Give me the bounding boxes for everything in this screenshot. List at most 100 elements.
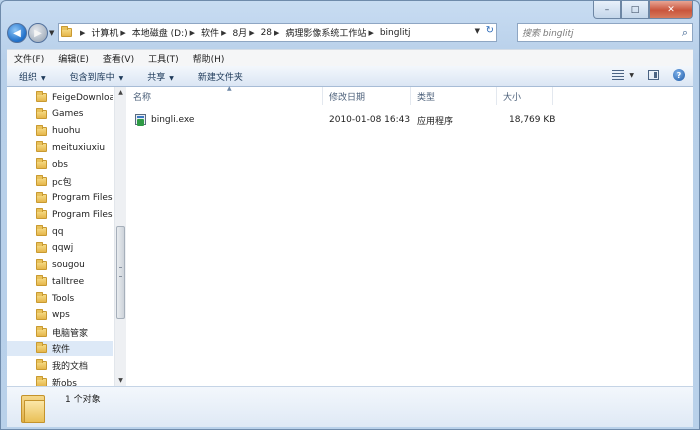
chevron-right-icon[interactable]: ▶ [274, 29, 279, 37]
breadcrumb-label: 28 [260, 27, 273, 38]
sidebar-item[interactable]: qqwj [7, 241, 113, 256]
back-button[interactable]: ◀ [7, 23, 27, 43]
folder-icon [36, 141, 47, 153]
menu-file[interactable]: 文件(F) [7, 52, 51, 65]
chevron-right-icon[interactable]: ▶ [368, 29, 373, 37]
navigation-pane: FeigeDownloa Games huohu meituxiuxiu obs pc包 P… [7, 87, 126, 389]
sidebar-item[interactable]: obs [7, 157, 113, 172]
file-modified: 2010-01-08 16:43 [329, 115, 411, 125]
organize-button[interactable]: 组织 ▼ [7, 70, 58, 83]
chevron-right-icon[interactable]: ▶ [120, 29, 125, 37]
breadcrumb-item[interactable]: ▶ 28 [247, 28, 272, 38]
breadcrumb-item[interactable]: ▶ 计算机 [78, 26, 118, 40]
breadcrumb-item[interactable]: ▶ 软件 [188, 26, 220, 40]
sidebar-item[interactable]: 软件 [7, 341, 113, 357]
maximize-button[interactable]: □ [621, 1, 649, 19]
chevron-right-icon[interactable]: ▶ [80, 29, 85, 37]
breadcrumb-label: 本地磁盘 (D:) [131, 29, 188, 39]
menu-tools[interactable]: 工具(T) [141, 52, 186, 65]
sidebar-item-label: qq [52, 226, 64, 237]
sidebar-item-label: Program Files [52, 193, 113, 203]
exe-icon [135, 113, 147, 127]
menu-edit[interactable]: 编辑(E) [51, 52, 96, 65]
sidebar-item[interactable]: FeigeDownloa [7, 90, 113, 105]
chevron-right-icon[interactable]: ▶ [221, 29, 226, 37]
folder-icon [36, 158, 47, 169]
forward-arrow-icon: ▶ [34, 27, 42, 39]
sidebar-item[interactable]: sougou [7, 258, 113, 273]
sidebar-item-label: wps [52, 310, 70, 321]
refresh-icon[interactable]: ↻ [486, 25, 494, 36]
sidebar-item-label: FeigeDownloa [52, 92, 113, 103]
item-count: 1 个对象 [65, 395, 101, 405]
scrollbar-thumb[interactable] [116, 226, 125, 319]
change-view-button[interactable]: ▼ [612, 70, 634, 80]
column-modified[interactable]: 修改日期 [323, 87, 411, 105]
file-row[interactable]: bingli.exe 2010-01-08 16:43 应用程序 18,769 … [135, 111, 555, 129]
column-modified-label: 修改日期 [329, 92, 366, 103]
search-icon[interactable]: ⌕ [682, 26, 688, 40]
sidebar-item[interactable]: huohu [7, 124, 113, 139]
sidebar-item[interactable]: qq [7, 224, 113, 239]
sidebar-item[interactable]: 我的文档 [7, 358, 113, 373]
sidebar-item[interactable]: Program Files [7, 207, 113, 222]
sidebar-item[interactable]: Games [7, 107, 113, 122]
organize-label: 组织 [19, 72, 38, 83]
sidebar-item[interactable]: wps [7, 308, 113, 323]
folder-icon [36, 359, 47, 370]
sidebar-item[interactable]: talltree [7, 274, 113, 289]
navigation-row: ◀ ▶ ▼ ▶ 计算机 ▶ 本地磁盘 (D:) ▶ 软件 ▶ 8月 ▶ 28 ▶ 病理影像系统工作站 ▶… [1, 21, 699, 47]
menu-bar: 文件(F) 编辑(E) 查看(V) 工具(T) 帮助(H) [7, 49, 693, 67]
new-folder-button[interactable]: 新建文件夹 [186, 70, 255, 83]
nav-scrollbar[interactable]: ▲ ▼ [114, 87, 126, 386]
breadcrumb-item[interactable]: ▶ binglitj [366, 28, 410, 38]
column-size[interactable]: 大小 [497, 87, 553, 105]
sidebar-item[interactable]: pc包 [7, 174, 113, 189]
share-button[interactable]: 共享 ▼ [135, 70, 186, 83]
folder-icon [61, 26, 72, 37]
breadcrumb-label: 软件 [201, 29, 220, 39]
chevron-right-icon[interactable]: ▶ [249, 29, 254, 37]
chevron-right-icon[interactable]: ▶ [190, 29, 195, 37]
recent-pages-dropdown-icon[interactable]: ▼ [49, 29, 54, 37]
back-arrow-icon: ◀ [13, 27, 21, 39]
search-input[interactable]: 搜索 binglitj ⌕ [517, 23, 693, 42]
sidebar-item[interactable]: Program Files [7, 191, 113, 206]
column-name[interactable]: 名称 ▲ [127, 85, 323, 105]
sidebar-item-label: obs [52, 159, 68, 170]
file-size: 18,769 KB [509, 115, 556, 125]
menu-help[interactable]: 帮助(H) [186, 52, 232, 65]
folder-icon [36, 325, 47, 337]
breadcrumb-label: binglitj [379, 27, 411, 38]
new-folder-label: 新建文件夹 [197, 72, 243, 83]
chevron-down-icon: ▼ [169, 74, 174, 82]
breadcrumb-item[interactable]: ▶ 本地磁盘 (D:) [118, 26, 188, 40]
include-library-button[interactable]: 包含到库中 ▼ [58, 70, 136, 83]
sidebar-item-label: pc包 [52, 177, 72, 188]
breadcrumb-item[interactable]: ▶ 8月 [219, 26, 247, 40]
address-dropdown-icon[interactable]: ▼ [475, 27, 480, 35]
folder-icon [36, 225, 47, 236]
file-type: 应用程序 [417, 116, 454, 127]
window-controls: – □ ✕ [593, 1, 693, 19]
command-bar: 组织 ▼ 包含到库中 ▼ 共享 ▼ 新建文件夹 ▼ ? [7, 66, 693, 87]
preview-pane-icon[interactable] [648, 70, 659, 80]
minimize-button[interactable]: – [593, 1, 621, 19]
scroll-down-icon[interactable]: ▼ [115, 375, 126, 386]
menu-view[interactable]: 查看(V) [96, 52, 141, 65]
folder-icon [36, 275, 47, 287]
breadcrumb: ▶ 计算机 ▶ 本地磁盘 (D:) ▶ 软件 ▶ 8月 ▶ 28 ▶ 病理影像系统工作站 ▶ bingli… [78, 26, 411, 40]
sidebar-item[interactable]: Tools [7, 291, 113, 306]
forward-button[interactable]: ▶ [28, 23, 48, 43]
sidebar-item-label: Games [52, 109, 84, 120]
folder-icon [36, 342, 47, 354]
address-bar[interactable]: ▶ 计算机 ▶ 本地磁盘 (D:) ▶ 软件 ▶ 8月 ▶ 28 ▶ 病理影像系统工作站 ▶ bingli… [58, 23, 497, 42]
sidebar-item[interactable]: meituxiuxiu [7, 140, 113, 155]
breadcrumb-item[interactable]: ▶ 病理影像系统工作站 [272, 26, 366, 40]
sidebar-item[interactable]: 电脑管家 [7, 325, 113, 340]
column-type[interactable]: 类型 [411, 87, 497, 105]
scroll-up-icon[interactable]: ▲ [115, 87, 126, 98]
sidebar-item-label: huohu [52, 126, 81, 136]
help-icon[interactable]: ? [673, 69, 685, 81]
close-button[interactable]: ✕ [649, 1, 693, 19]
